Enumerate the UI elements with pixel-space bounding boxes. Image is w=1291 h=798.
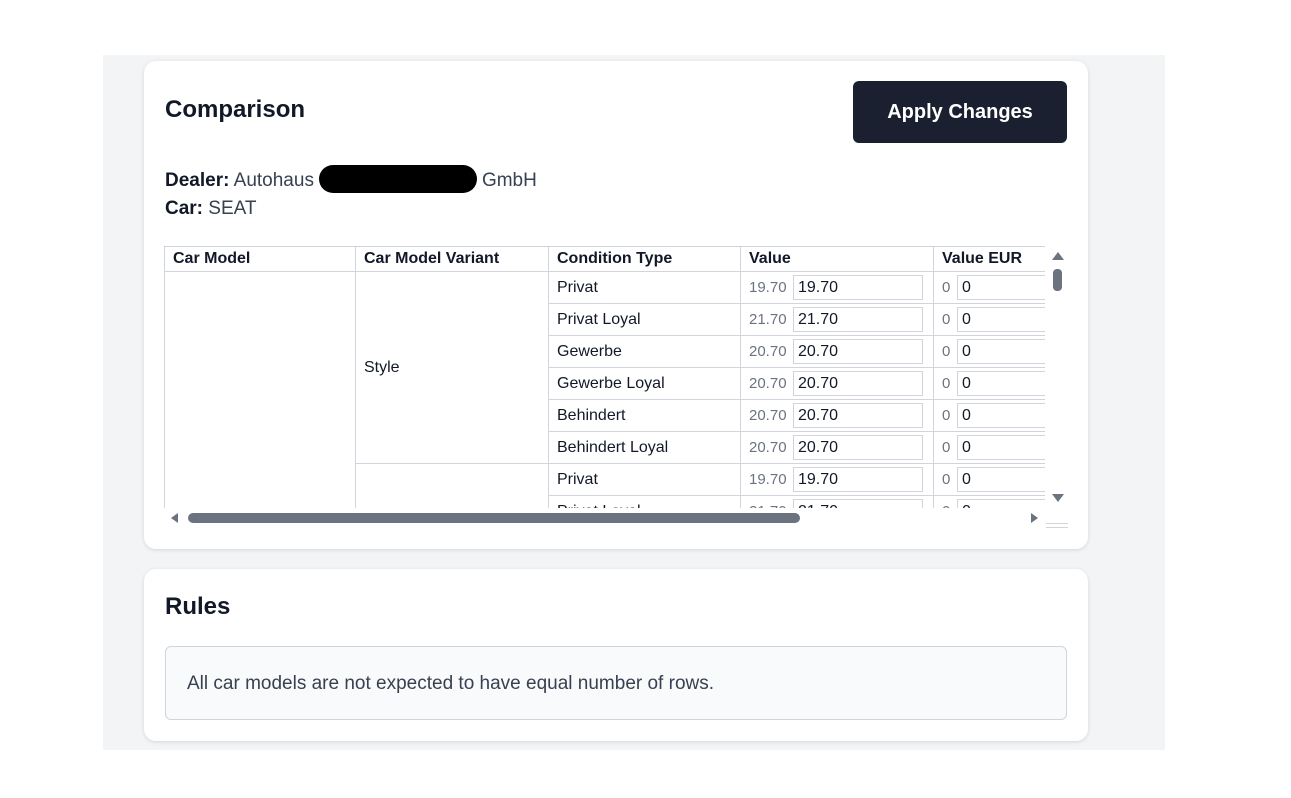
condition-type-cell: Behindert <box>548 399 741 432</box>
value-cell: 21.70 <box>740 303 934 336</box>
original-value: 20.70 <box>749 438 787 456</box>
original-value: 20.70 <box>749 374 787 392</box>
condition-type-cell: Gewerbe <box>548 335 741 368</box>
value-input[interactable] <box>793 275 923 300</box>
original-value-eur: 0 <box>942 342 951 360</box>
car-line: Car: SEAT <box>165 198 257 220</box>
table-header-row: Car Model Car Model Variant Condition Ty… <box>164 246 1068 272</box>
comparison-table: Car Model Car Model Variant Condition Ty… <box>164 246 1068 528</box>
value-input[interactable] <box>793 339 923 364</box>
header-value: Value <box>740 246 934 272</box>
dealer-prefix: Autohaus <box>233 170 314 192</box>
comparison-title: Comparison <box>165 96 306 123</box>
value-input[interactable] <box>793 435 923 460</box>
scroll-down-icon[interactable] <box>1052 494 1064 502</box>
original-value: 21.70 <box>749 310 787 328</box>
vertical-scroll-thumb[interactable] <box>1053 269 1062 291</box>
horizontal-scroll-thumb[interactable] <box>188 513 800 523</box>
value-cell: 20.70 <box>740 431 934 464</box>
car-value: SEAT <box>208 198 257 219</box>
rules-card: Rules All car models are not expected to… <box>144 569 1088 741</box>
original-value-eur: 0 <box>942 406 951 424</box>
value-input[interactable] <box>793 307 923 332</box>
header-condition-type: Condition Type <box>548 246 741 272</box>
comparison-table-container[interactable]: Car Model Car Model Variant Condition Ty… <box>164 246 1068 528</box>
value-cell: 20.70 <box>740 399 934 432</box>
rules-message: All car models are not expected to have … <box>165 646 1067 720</box>
original-value-eur: 0 <box>942 470 951 488</box>
car-label: Car: <box>165 198 204 219</box>
table-body: StylePrivat 19.70 0 Privat Loyal 21.70 0 Gewer… <box>164 271 1068 528</box>
condition-type-cell: Privat Loyal <box>548 303 741 336</box>
original-value-eur: 0 <box>942 310 951 328</box>
original-value: 19.70 <box>749 278 787 296</box>
original-value-eur: 0 <box>942 438 951 456</box>
car-model-variant-cell: Style <box>355 271 549 464</box>
scroll-up-icon[interactable] <box>1052 252 1064 260</box>
condition-type-cell: Privat <box>548 271 741 304</box>
scroll-left-icon[interactable] <box>171 513 178 523</box>
condition-type-cell: Privat <box>548 463 741 496</box>
dealer-line: Dealer: Autohaus GmbH <box>165 165 537 195</box>
apply-changes-button[interactable]: Apply Changes <box>853 81 1067 143</box>
comparison-card: Comparison Apply Changes Dealer: Autohau… <box>144 61 1088 549</box>
value-input[interactable] <box>793 371 923 396</box>
original-value: 19.70 <box>749 470 787 488</box>
condition-type-cell: Gewerbe Loyal <box>548 367 741 400</box>
original-value-eur: 0 <box>942 278 951 296</box>
header-car-model: Car Model <box>164 246 356 272</box>
dealer-suffix: GmbH <box>481 170 537 192</box>
vertical-scrollbar[interactable] <box>1045 246 1069 504</box>
value-input[interactable] <box>793 467 923 492</box>
scroll-right-icon[interactable] <box>1031 513 1038 523</box>
horizontal-scrollbar[interactable] <box>164 508 1046 528</box>
value-cell: 20.70 <box>740 335 934 368</box>
original-value-eur: 0 <box>942 374 951 392</box>
value-cell: 19.70 <box>740 271 934 304</box>
table-row: StylePrivat 19.70 0 <box>164 271 1068 528</box>
original-value: 20.70 <box>749 342 787 360</box>
condition-type-cell: Behindert Loyal <box>548 431 741 464</box>
dealer-label: Dealer: <box>165 170 230 192</box>
rules-title: Rules <box>165 593 231 620</box>
car-model-cell <box>164 271 356 528</box>
value-cell: 20.70 <box>740 367 934 400</box>
value-input[interactable] <box>793 403 923 428</box>
redaction-bar <box>318 165 477 193</box>
original-value: 20.70 <box>749 406 787 424</box>
value-cell: 19.70 <box>740 463 934 496</box>
header-car-model-variant: Car Model Variant <box>355 246 549 272</box>
